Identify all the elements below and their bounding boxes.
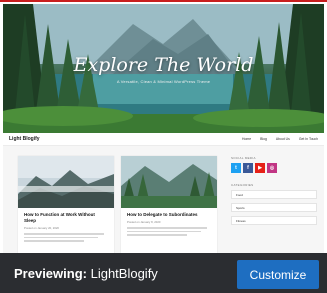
hero-subtitle: A Versatile, Clean & Minimal WordPress T…	[116, 79, 211, 84]
preview-label: Previewing: LightBlogify	[14, 266, 158, 281]
site-content: How to Function at Work Without Sleep Po…	[3, 146, 324, 256]
main-menu: Home Blog About Us Get In Touch	[242, 137, 318, 141]
post-excerpt-placeholder	[121, 224, 217, 236]
site-brand[interactable]: Light Blogify	[9, 136, 242, 142]
social-icons: t f ▶ ◎	[231, 163, 317, 173]
theme-preview-frame: Explore The World A Versatile, Clean & M…	[0, 0, 327, 293]
hero-title: Explore The World	[73, 54, 254, 76]
categories-heading: CATEGORIES	[231, 183, 254, 187]
category-item[interactable]: Sports	[231, 203, 317, 212]
hero-banner: Explore The World A Versatile, Clean & M…	[3, 4, 324, 133]
previewing-label: Previewing:	[14, 266, 87, 281]
menu-item-about[interactable]: About Us	[276, 137, 290, 141]
post-thumbnail-mountains[interactable]	[18, 156, 114, 208]
youtube-icon[interactable]: ▶	[255, 163, 265, 173]
customize-button[interactable]: Customize	[237, 260, 319, 289]
site-header: Light Blogify Home Blog About Us Get In …	[3, 133, 324, 146]
social-heading: SOCIAL MEDIA	[231, 156, 256, 160]
menu-item-contact[interactable]: Get In Touch	[299, 137, 318, 141]
category-item[interactable]: Food	[231, 190, 317, 199]
twitter-icon[interactable]: t	[231, 163, 241, 173]
post-title[interactable]: How to Delegate to Subordinates	[121, 208, 217, 218]
sidebar: SOCIAL MEDIA t f ▶ ◎ CATEGORIES Food Spo…	[231, 156, 317, 229]
instagram-icon[interactable]: ◎	[267, 163, 277, 173]
menu-item-home[interactable]: Home	[242, 137, 251, 141]
post-thumbnail-forest[interactable]	[121, 156, 217, 208]
facebook-icon[interactable]: f	[243, 163, 253, 173]
post-excerpt-placeholder	[18, 230, 114, 242]
post-card[interactable]: How to Delegate to Subordinates Posted o…	[121, 156, 217, 256]
theme-name: LightBlogify	[90, 266, 158, 281]
post-title[interactable]: How to Function at Work Without Sleep	[18, 208, 114, 224]
category-item[interactable]: Fitness	[231, 216, 317, 225]
post-card[interactable]: How to Function at Work Without Sleep Po…	[18, 156, 114, 256]
menu-item-blog[interactable]: Blog	[260, 137, 267, 141]
